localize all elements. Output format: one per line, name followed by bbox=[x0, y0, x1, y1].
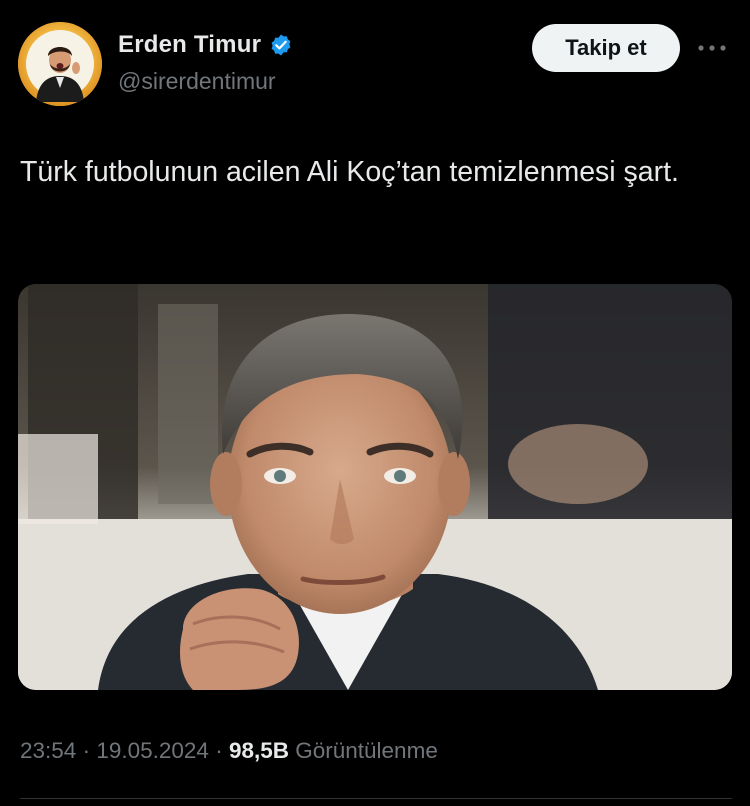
author-avatar[interactable] bbox=[18, 22, 102, 106]
views-count: 98,5B bbox=[228, 738, 289, 763]
tweet-media-photo[interactable] bbox=[18, 284, 732, 690]
more-options-icon[interactable] bbox=[692, 30, 732, 66]
verified-badge-icon bbox=[269, 33, 293, 57]
divider bbox=[20, 798, 732, 799]
author-name-row: Erden Timur bbox=[118, 31, 293, 59]
meta-separator: · bbox=[208, 738, 229, 763]
follow-button[interactable]: Takip et bbox=[532, 24, 680, 72]
portrait-photo-icon bbox=[18, 284, 732, 690]
author-display-name[interactable]: Erden Timur bbox=[118, 31, 261, 59]
tweet-text: Türk futbolunun acilen Ali Koç’tan temiz… bbox=[20, 156, 679, 188]
tweet-time[interactable]: 23:54 bbox=[20, 738, 76, 763]
meta-separator: · bbox=[76, 738, 97, 763]
avatar-photo-icon bbox=[18, 22, 102, 106]
author-handle[interactable]: @sirerdentimur bbox=[118, 68, 276, 95]
tweet-card: Erden Timur @sirerdentimur Takip et Türk… bbox=[0, 0, 750, 806]
tweet-date[interactable]: 19.05.2024 bbox=[96, 738, 209, 763]
tweet-meta: 23:54 · 19.05.2024 · 98,5B Görüntülenme bbox=[20, 738, 438, 764]
views-label: Görüntülenme bbox=[295, 738, 438, 763]
